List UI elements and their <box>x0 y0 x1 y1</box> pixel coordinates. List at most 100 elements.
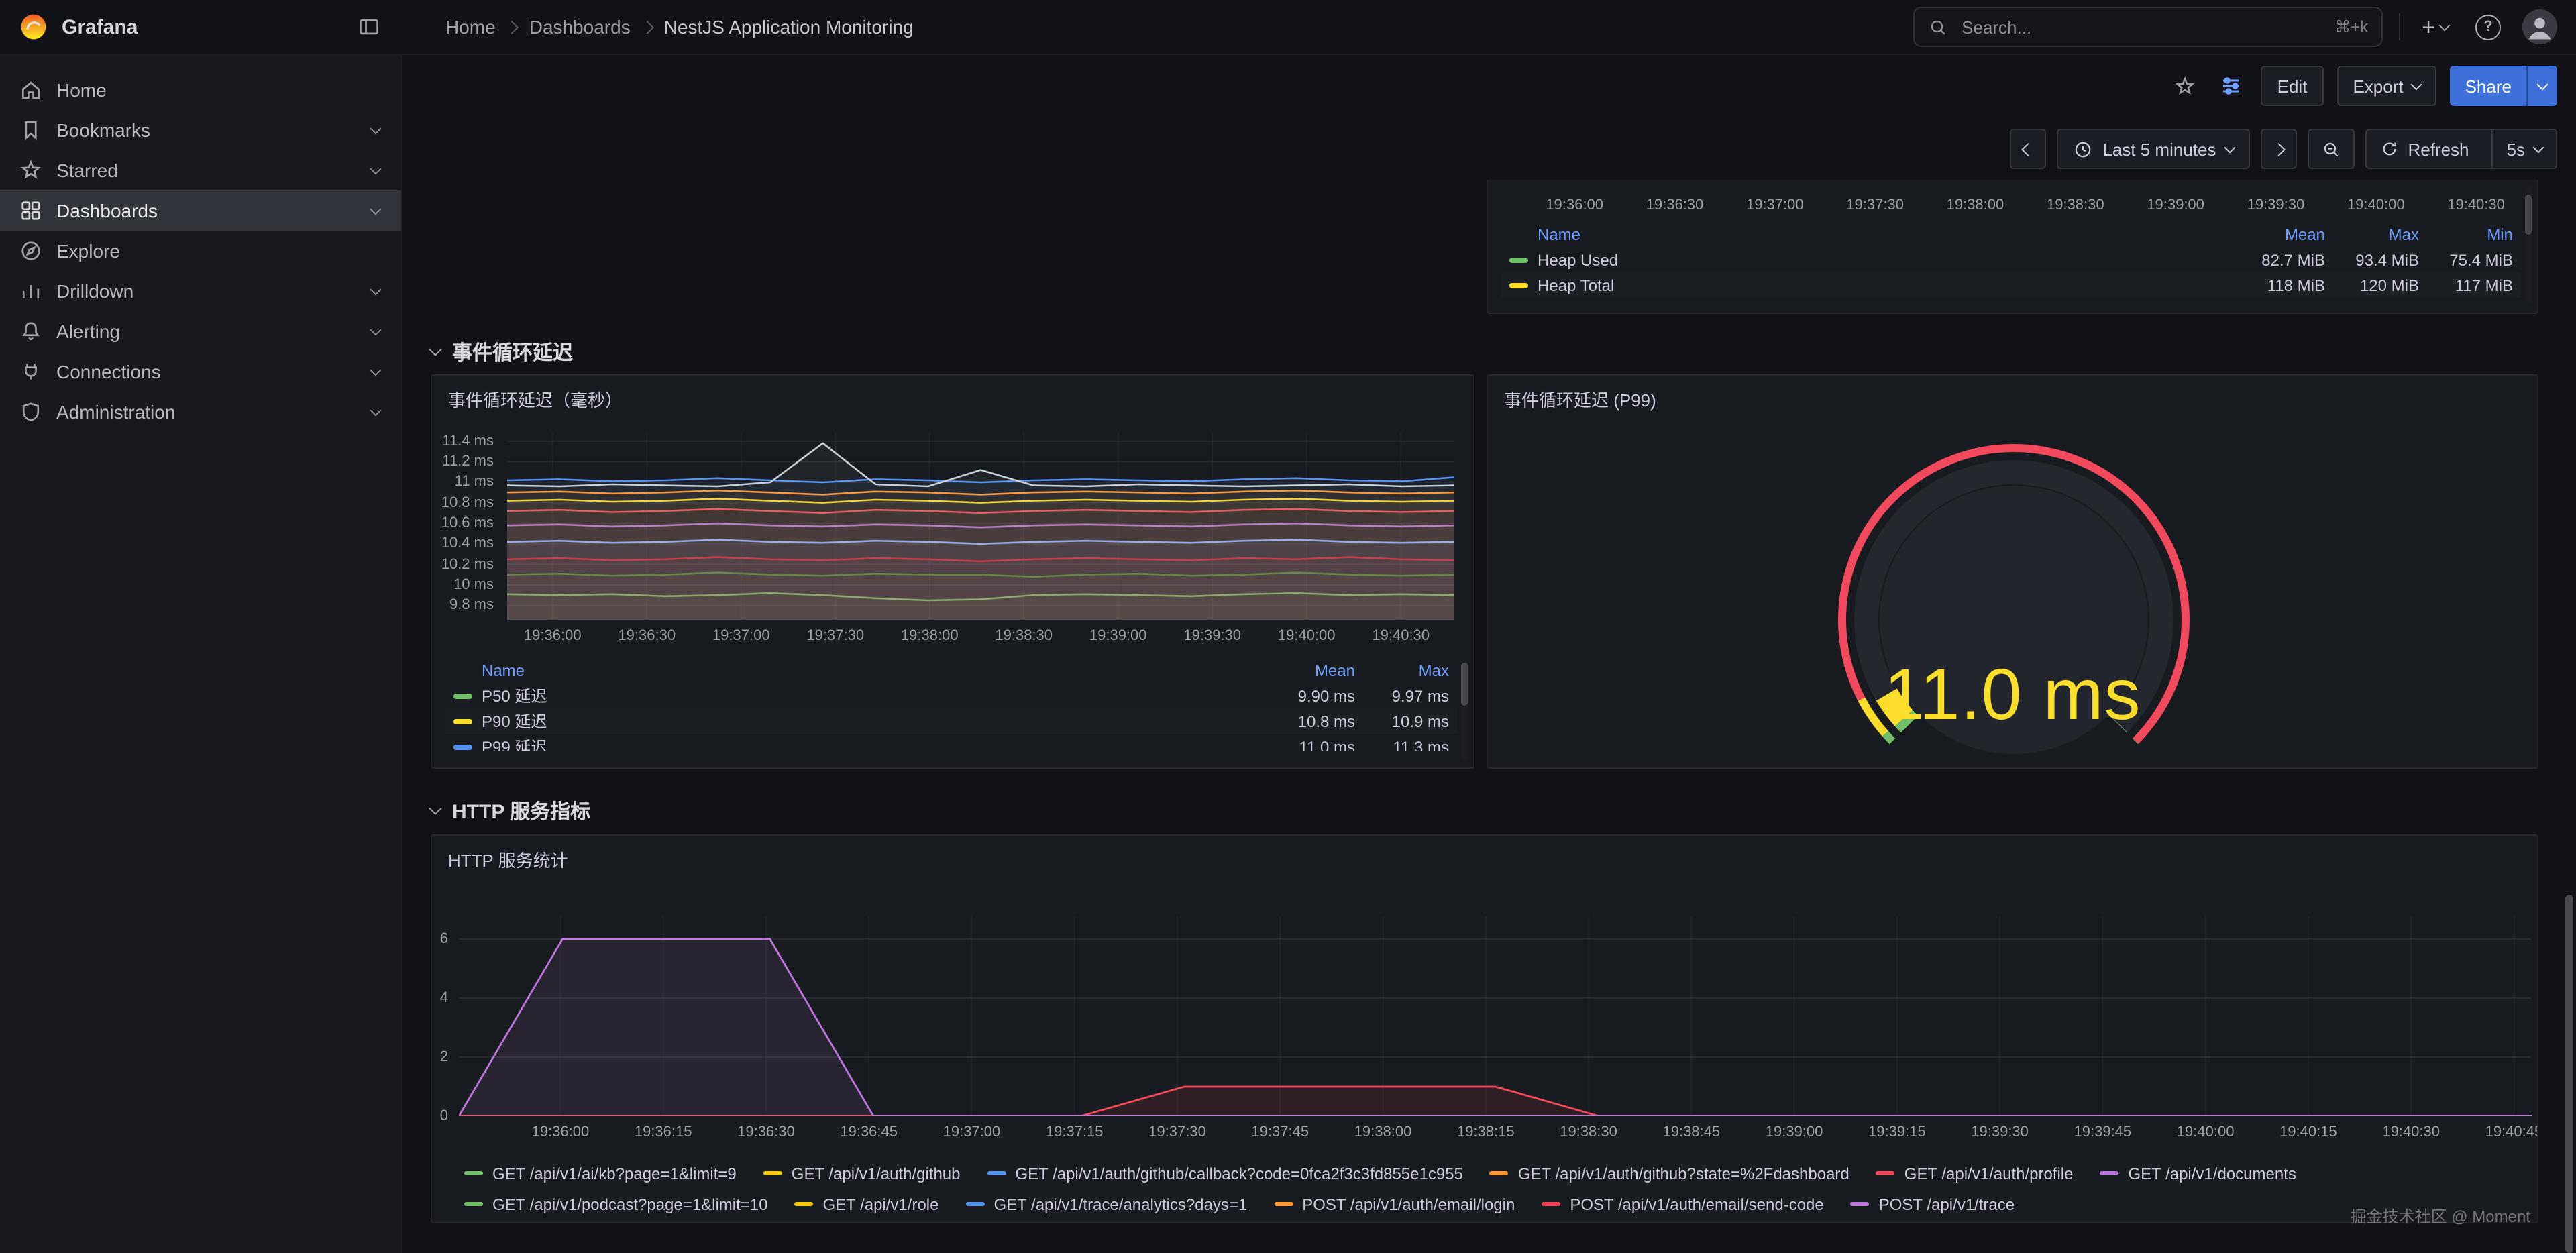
http-x-axis: 19:36:0019:36:1519:36:3019:36:4519:37:00… <box>459 1124 2532 1143</box>
time-controls: Last 5 minutes Refresh 5s <box>2010 129 2557 169</box>
http-y-axis: 0246 <box>432 916 453 1116</box>
dock-menu-button[interactable] <box>352 9 386 44</box>
axis-tick-label: 19:37:45 <box>1251 1124 1309 1140</box>
sidebar-item-label: Connections <box>56 361 161 382</box>
sidebar-item-administration[interactable]: Administration <box>0 392 401 432</box>
axis-tick-label: 19:39:30 <box>1183 628 1241 644</box>
event-loop-legend: NameMeanMaxP50 延迟9.90 ms9.97 msP90 延迟10.… <box>445 657 1457 751</box>
search-box[interactable]: ⌘+k <box>1913 7 2383 47</box>
legend-item[interactable]: GET /api/v1/ai/kb?page=1&limit=9 <box>464 1164 737 1183</box>
legend-item[interactable]: GET /api/v1/role <box>795 1195 939 1213</box>
plus-icon: + <box>2422 15 2435 38</box>
http-legend: GET /api/v1/ai/kb?page=1&limit=9 GET /api… <box>464 1158 2521 1219</box>
sidebar-item-starred[interactable]: Starred <box>0 150 401 190</box>
axis-tick-label: 4 <box>440 990 448 1006</box>
time-range-label: Last 5 minutes <box>2102 139 2216 159</box>
sidebar-item-home[interactable]: Home <box>0 70 401 110</box>
legend-row[interactable]: Heap Used82.7 MiB93.4 MiB75.4 MiB <box>1501 247 2521 272</box>
axis-tick-label: 19:37:30 <box>1846 197 1904 213</box>
panel-title[interactable]: HTTP 服务统计 <box>432 836 2537 883</box>
edit-button[interactable]: Edit <box>2261 66 2324 106</box>
axis-tick-label: 10.4 ms <box>441 536 494 552</box>
zoom-out-button[interactable] <box>2307 129 2354 169</box>
shield-icon <box>19 400 43 424</box>
refresh-icon <box>2379 140 2398 158</box>
sidebar-item-drilldown[interactable]: Drilldown <box>0 271 401 311</box>
legend-scrollbar-thumb[interactable] <box>2525 195 2532 235</box>
sidebar-item-label: Explore <box>56 240 120 262</box>
sidebar-item-connections[interactable]: Connections <box>0 351 401 392</box>
http-chart[interactable] <box>459 916 2532 1116</box>
export-button[interactable]: Export <box>2337 66 2436 106</box>
panel-title[interactable]: 事件循环延迟 (P99) <box>1488 376 2537 423</box>
share-dropdown-button[interactable] <box>2526 66 2557 106</box>
breadcrumb-dashboards[interactable]: Dashboards <box>529 16 631 38</box>
refresh-button[interactable]: Refresh <box>2366 130 2482 168</box>
axis-tick-label: 19:37:30 <box>1148 1124 1206 1140</box>
memory-panel: 19:36:0019:36:3019:37:0019:37:3019:38:00… <box>1487 180 2538 314</box>
axis-tick-label: 19:38:00 <box>1947 197 2004 213</box>
breadcrumb-home[interactable]: Home <box>445 16 496 38</box>
time-range-picker-button[interactable]: Last 5 minutes <box>2057 129 2249 169</box>
axis-tick-label: 19:36:00 <box>1546 197 1603 213</box>
axis-tick-label: 19:37:15 <box>1046 1124 1104 1140</box>
page-scrollbar-thumb[interactable] <box>2565 895 2573 1253</box>
legend-row[interactable]: P99 延迟11.0 ms11.3 ms <box>445 734 1457 751</box>
sidebar-item-explore[interactable]: Explore <box>0 231 401 271</box>
axis-tick-label: 19:36:30 <box>737 1124 795 1140</box>
axis-tick-label: 19:36:00 <box>532 1124 590 1140</box>
time-shift-back-button[interactable] <box>2010 129 2046 169</box>
header-divider <box>2399 13 2400 40</box>
clock-icon <box>2073 139 2093 159</box>
legend-row[interactable]: Heap Total118 MiB120 MiB117 MiB <box>1501 272 2521 298</box>
sidebar-item-dashboards[interactable]: Dashboards <box>0 190 401 231</box>
legend-item[interactable]: POST /api/v1/auth/email/login <box>1274 1195 1515 1213</box>
chevron-right-icon <box>2272 142 2286 156</box>
legend-item[interactable]: POST /api/v1/trace <box>1851 1195 2015 1213</box>
section-header-http[interactable]: HTTP 服务指标 <box>431 794 590 826</box>
legend-row[interactable]: P50 延迟9.90 ms9.97 ms <box>445 683 1457 708</box>
axis-tick-label: 2 <box>440 1049 448 1065</box>
axis-tick-label: 19:39:00 <box>2147 197 2204 213</box>
axis-tick-label: 11 ms <box>455 474 494 490</box>
section-title: 事件循环延迟 <box>452 337 573 366</box>
time-shift-forward-button[interactable] <box>2260 129 2296 169</box>
legend-item[interactable]: GET /api/v1/trace/analytics?days=1 <box>965 1195 1247 1213</box>
legend-scrollbar-thumb[interactable] <box>1461 663 1468 706</box>
event-loop-y-axis: 9.8 ms10 ms10.2 ms10.4 ms10.6 ms10.8 ms1… <box>432 432 499 620</box>
legend-item[interactable]: GET /api/v1/documents <box>2100 1164 2296 1183</box>
dashboard-canvas: 19:36:00 19:36:30 19:37:00 19:37:30 19:38:00… <box>402 180 2576 1253</box>
grafana-app: Grafana Home Dashboards NestJS Applicati… <box>0 0 2576 1253</box>
grafana-logo-icon <box>19 12 48 42</box>
axis-tick-label: 19:40:30 <box>2382 1124 2440 1140</box>
axis-tick-label: 19:37:00 <box>943 1124 1001 1140</box>
axis-tick-label: 19:40:45 <box>2485 1124 2538 1140</box>
legend-item[interactable]: GET /api/v1/auth/github?state=%2Fdashboa… <box>1490 1164 1849 1183</box>
legend-item[interactable]: GET /api/v1/auth/github/callback?code=0f… <box>987 1164 1463 1183</box>
legend-item[interactable]: POST /api/v1/auth/email/send-code <box>1542 1195 1823 1213</box>
section-header-event-loop[interactable]: 事件循环延迟 <box>431 335 573 368</box>
chevron-down-icon <box>2533 142 2544 153</box>
favorite-star-button[interactable] <box>2169 69 2202 103</box>
user-avatar[interactable] <box>2522 9 2557 44</box>
dashboard-chrome: Edit Export Share Last 5 minutes <box>402 54 2576 180</box>
axis-tick-label: 19:38:30 <box>995 628 1053 644</box>
share-button[interactable]: Share <box>2451 66 2526 106</box>
chevron-down-icon <box>370 123 382 134</box>
legend-row[interactable]: P90 延迟10.8 ms10.9 ms <box>445 708 1457 734</box>
sidebar-item-bookmarks[interactable]: Bookmarks <box>0 110 401 150</box>
refresh-interval-button[interactable]: 5s <box>2492 130 2556 168</box>
legend-item[interactable]: GET /api/v1/podcast?page=1&limit=10 <box>464 1195 768 1213</box>
brand[interactable]: Grafana <box>19 12 138 42</box>
dock-panel-icon <box>357 15 381 39</box>
sidebar-item-alerting[interactable]: Alerting <box>0 311 401 351</box>
legend-item[interactable]: GET /api/v1/auth/github <box>763 1164 961 1183</box>
help-button[interactable]: ? <box>2470 9 2506 45</box>
add-new-button[interactable]: + <box>2416 10 2454 44</box>
panel-insights-button[interactable] <box>2216 70 2248 102</box>
event-loop-chart[interactable] <box>507 432 1454 620</box>
panel-title[interactable]: 事件循环延迟（毫秒） <box>432 376 1473 423</box>
search-input[interactable] <box>1959 15 2324 38</box>
legend-item[interactable]: GET /api/v1/auth/profile <box>1876 1164 2074 1183</box>
breadcrumb-separator-icon <box>641 20 654 34</box>
